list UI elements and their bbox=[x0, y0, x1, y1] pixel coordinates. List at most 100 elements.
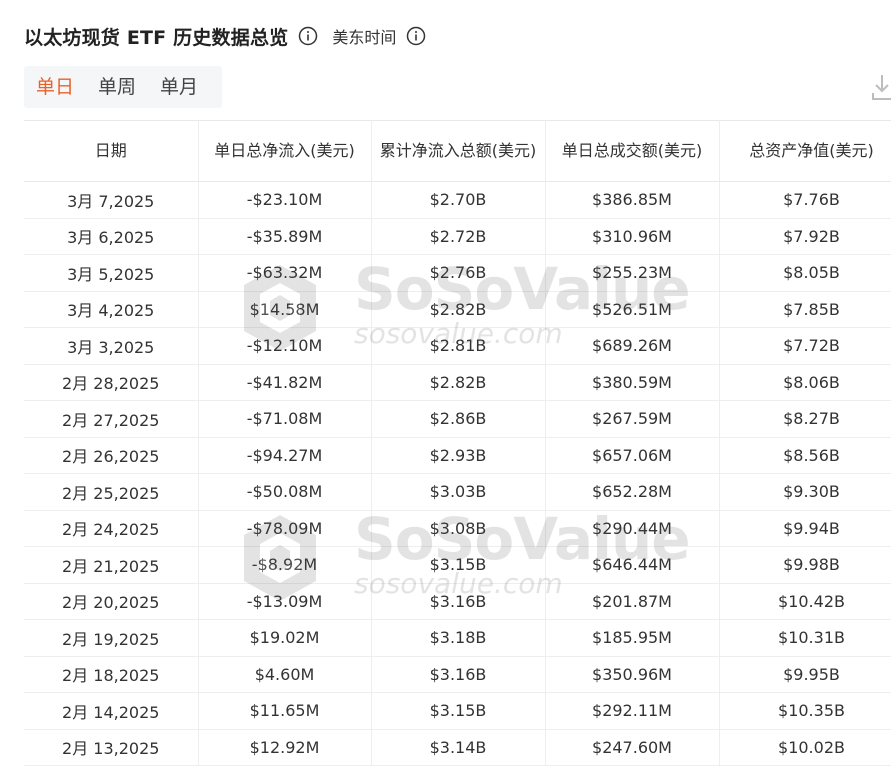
cell-cumulative: $2.72B bbox=[371, 218, 546, 255]
cell-net-inflow: -$63.32M bbox=[198, 254, 372, 292]
table-row: 2月 21,2025 -$8.92M $3.15B $646.44M $9.98B bbox=[24, 546, 891, 584]
cell-net-inflow: $4.60M bbox=[198, 656, 372, 693]
tab-daily[interactable]: 单日 bbox=[24, 66, 86, 108]
cell-cumulative: $3.16B bbox=[371, 656, 546, 693]
cell-nav: $7.72B bbox=[719, 327, 891, 365]
cell-date: 2月 25,2025 bbox=[24, 473, 199, 511]
table-row: 2月 18,2025 $4.60M $3.16B $350.96M $9.95B bbox=[24, 656, 891, 693]
cell-net-inflow: $14.58M bbox=[198, 291, 372, 328]
cell-nav: $8.06B bbox=[719, 364, 891, 401]
table-header-row: 日期 单日总净流入(美元) 累计净流入总额(美元) 单日总成交额(美元) 总资产… bbox=[24, 120, 891, 182]
cell-volume: $290.44M bbox=[545, 510, 720, 547]
info-icon[interactable] bbox=[298, 26, 318, 46]
etf-history-table: 日期 单日总净流入(美元) 累计净流入总额(美元) 单日总成交额(美元) 总资产… bbox=[24, 120, 891, 766]
download-icon[interactable] bbox=[870, 72, 891, 102]
cell-net-inflow: $11.65M bbox=[198, 692, 372, 730]
cell-net-inflow: -$23.10M bbox=[198, 181, 372, 219]
tab-monthly[interactable]: 单月 bbox=[148, 66, 210, 108]
cell-nav: $9.98B bbox=[719, 546, 891, 584]
page-title: 以太坊现货 ETF 历史数据总览 bbox=[24, 26, 289, 49]
cell-date: 3月 6,2025 bbox=[24, 218, 199, 255]
cell-cumulative: $2.93B bbox=[371, 437, 546, 474]
column-header-volume[interactable]: 单日总成交额(美元) bbox=[545, 120, 720, 182]
table-row: 3月 7,2025 -$23.10M $2.70B $386.85M $7.76B bbox=[24, 181, 891, 219]
table-row: 3月 6,2025 -$35.89M $2.72B $310.96M $7.92B bbox=[24, 218, 891, 255]
cell-net-inflow: $12.92M bbox=[198, 729, 372, 766]
cell-cumulative: $3.15B bbox=[371, 692, 546, 730]
cell-date: 2月 14,2025 bbox=[24, 692, 199, 730]
table-row: 3月 4,2025 $14.58M $2.82B $526.51M $7.85B bbox=[24, 291, 891, 328]
tab-weekly[interactable]: 单周 bbox=[86, 66, 148, 108]
cell-net-inflow: $19.02M bbox=[198, 619, 372, 657]
table-row: 2月 26,2025 -$94.27M $2.93B $657.06M $8.56B bbox=[24, 437, 891, 474]
cell-cumulative: $2.86B bbox=[371, 400, 546, 438]
cell-net-inflow: -$12.10M bbox=[198, 327, 372, 365]
cell-volume: $292.11M bbox=[545, 692, 720, 730]
cell-nav: $9.95B bbox=[719, 656, 891, 693]
cell-volume: $255.23M bbox=[545, 254, 720, 292]
cell-nav: $10.31B bbox=[719, 619, 891, 657]
cell-date: 3月 3,2025 bbox=[24, 327, 199, 365]
column-header-cumulative[interactable]: 累计净流入总额(美元) bbox=[371, 120, 546, 182]
cell-nav: $8.56B bbox=[719, 437, 891, 474]
table-row: 2月 25,2025 -$50.08M $3.03B $652.28M $9.30B bbox=[24, 473, 891, 511]
cell-date: 2月 26,2025 bbox=[24, 437, 199, 474]
table-body: 3月 7,2025 -$23.10M $2.70B $386.85M $7.76B 3月 … bbox=[24, 181, 891, 766]
cell-cumulative: $3.03B bbox=[371, 473, 546, 511]
cell-cumulative: $2.70B bbox=[371, 181, 546, 219]
cell-volume: $386.85M bbox=[545, 181, 720, 219]
cell-nav: $8.05B bbox=[719, 254, 891, 292]
cell-cumulative: $2.81B bbox=[371, 327, 546, 365]
cell-nav: $10.35B bbox=[719, 692, 891, 730]
table-row: 2月 27,2025 -$71.08M $2.86B $267.59M $8.27B bbox=[24, 400, 891, 438]
cell-volume: $657.06M bbox=[545, 437, 720, 474]
cell-cumulative: $2.76B bbox=[371, 254, 546, 292]
cell-date: 2月 21,2025 bbox=[24, 546, 199, 584]
cell-nav: $10.02B bbox=[719, 729, 891, 766]
column-header-date[interactable]: 日期 bbox=[24, 120, 199, 182]
cell-nav: $8.27B bbox=[719, 400, 891, 438]
cell-date: 2月 13,2025 bbox=[24, 729, 199, 766]
cell-cumulative: $2.82B bbox=[371, 291, 546, 328]
cell-nav: $9.94B bbox=[719, 510, 891, 547]
cell-date: 2月 20,2025 bbox=[24, 583, 199, 620]
cell-nav: $7.76B bbox=[719, 181, 891, 219]
cell-date: 2月 24,2025 bbox=[24, 510, 199, 547]
timezone-info-icon[interactable] bbox=[406, 26, 426, 46]
cell-net-inflow: -$35.89M bbox=[198, 218, 372, 255]
table-row: 2月 28,2025 -$41.82M $2.82B $380.59M $8.06B bbox=[24, 364, 891, 401]
table-row: 2月 20,2025 -$13.09M $3.16B $201.87M $10.42B bbox=[24, 583, 891, 620]
cell-cumulative: $3.16B bbox=[371, 583, 546, 620]
cell-nav: $7.92B bbox=[719, 218, 891, 255]
cell-date: 2月 28,2025 bbox=[24, 364, 199, 401]
period-tabs: 单日 单周 单月 bbox=[24, 66, 222, 108]
cell-date: 3月 7,2025 bbox=[24, 181, 199, 219]
cell-cumulative: $3.15B bbox=[371, 546, 546, 584]
table-row: 3月 3,2025 -$12.10M $2.81B $689.26M $7.72B bbox=[24, 327, 891, 365]
cell-net-inflow: -$13.09M bbox=[198, 583, 372, 620]
cell-net-inflow: -$71.08M bbox=[198, 400, 372, 438]
cell-volume: $526.51M bbox=[545, 291, 720, 328]
cell-cumulative: $3.18B bbox=[371, 619, 546, 657]
column-header-net-inflow[interactable]: 单日总净流入(美元) bbox=[198, 120, 372, 182]
table-row: 2月 14,2025 $11.65M $3.15B $292.11M $10.35B bbox=[24, 692, 891, 730]
cell-nav: $7.85B bbox=[719, 291, 891, 328]
cell-volume: $380.59M bbox=[545, 364, 720, 401]
cell-volume: $646.44M bbox=[545, 546, 720, 584]
table-row: 2月 24,2025 -$78.09M $3.08B $290.44M $9.94B bbox=[24, 510, 891, 547]
cell-net-inflow: -$78.09M bbox=[198, 510, 372, 547]
cell-date: 3月 5,2025 bbox=[24, 254, 199, 292]
cell-cumulative: $2.82B bbox=[371, 364, 546, 401]
cell-cumulative: $3.08B bbox=[371, 510, 546, 547]
column-header-nav[interactable]: 总资产净值(美元) bbox=[719, 120, 891, 182]
cell-nav: $10.42B bbox=[719, 583, 891, 620]
table-row: 2月 19,2025 $19.02M $3.18B $185.95M $10.31B bbox=[24, 619, 891, 657]
page-header: 以太坊现货 ETF 历史数据总览 美东时间 bbox=[24, 20, 426, 52]
cell-net-inflow: -$50.08M bbox=[198, 473, 372, 511]
cell-nav: $9.30B bbox=[719, 473, 891, 511]
cell-date: 2月 19,2025 bbox=[24, 619, 199, 657]
cell-date: 3月 4,2025 bbox=[24, 291, 199, 328]
cell-volume: $689.26M bbox=[545, 327, 720, 365]
table-row: 3月 5,2025 -$63.32M $2.76B $255.23M $8.05B bbox=[24, 254, 891, 292]
cell-volume: $201.87M bbox=[545, 583, 720, 620]
